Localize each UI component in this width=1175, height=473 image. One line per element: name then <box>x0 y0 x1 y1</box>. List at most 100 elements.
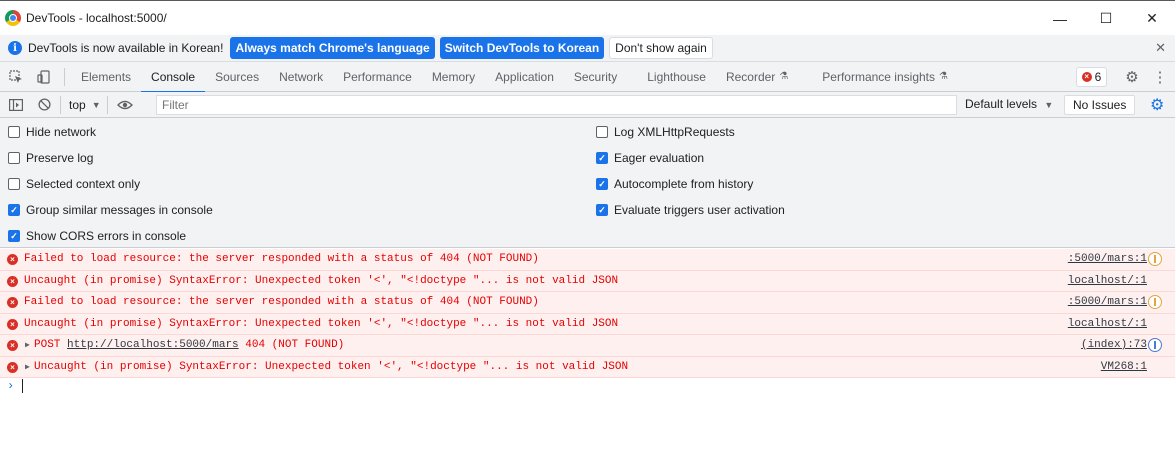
settings-gear-icon[interactable]: ⚙ <box>1118 63 1146 91</box>
hide-network-label: Hide network <box>26 125 97 139</box>
log-xhr-checkbox[interactable] <box>596 126 608 138</box>
toolbar-divider <box>60 95 61 114</box>
message-text: POST http://localhost:5000/mars 404 (NOT… <box>34 339 344 351</box>
hide-network-checkbox[interactable] <box>8 126 20 138</box>
devtools-tabbar: Elements Console Sources Network Perform… <box>0 62 1175 93</box>
selected-context-checkbox[interactable] <box>8 178 20 190</box>
message-source-link[interactable]: localhost/:1 <box>1068 318 1147 330</box>
maximize-button[interactable]: ☐ <box>1083 1 1129 36</box>
clear-console-icon[interactable] <box>30 92 58 118</box>
request-method: POST <box>34 339 68 351</box>
minimize-button[interactable]: — <box>1037 1 1083 36</box>
console-error-message: × Uncaught (in promise) SyntaxError: Une… <box>0 313 1175 335</box>
more-options-icon[interactable]: ⋮ <box>1146 63 1174 91</box>
console-settings-gear-icon[interactable]: ⚙ <box>1150 95 1164 115</box>
network-request-icon[interactable] <box>1148 252 1162 266</box>
prompt-chevron-icon: › <box>7 379 15 393</box>
error-count-badge[interactable]: × 6 <box>1076 67 1107 87</box>
request-url-link[interactable]: http://localhost:5000/mars <box>67 339 239 351</box>
eager-evaluation-option[interactable]: ✓ Eager evaluation <box>596 150 704 166</box>
show-cors-checkbox[interactable]: ✓ <box>8 230 20 242</box>
console-error-message[interactable]: × ▶ Uncaught (in promise) SyntaxError: U… <box>0 356 1175 378</box>
console-error-message: × Uncaught (in promise) SyntaxError: Une… <box>0 270 1175 292</box>
network-request-icon[interactable] <box>1148 295 1162 309</box>
group-similar-option[interactable]: ✓ Group similar messages in console <box>8 202 213 218</box>
device-toolbar-icon[interactable] <box>30 63 58 91</box>
eager-evaluation-checkbox[interactable]: ✓ <box>596 152 608 164</box>
error-icon: × <box>7 254 18 265</box>
issues-button[interactable]: No Issues <box>1064 95 1136 115</box>
console-messages: × Failed to load resource: the server re… <box>0 249 1175 378</box>
infobar-close-icon[interactable]: ✕ <box>1155 40 1166 56</box>
preserve-log-label: Preserve log <box>26 151 94 165</box>
console-error-message[interactable]: × ▶ POST http://localhost:5000/mars 404 … <box>0 335 1175 357</box>
language-infobar: i DevTools is now available in Korean! A… <box>0 35 1175 62</box>
tab-network[interactable]: Network <box>269 62 333 92</box>
autocomplete-label: Autocomplete from history <box>614 177 754 191</box>
message-source-link[interactable]: (index):73 <box>1081 339 1147 351</box>
always-match-language-button[interactable]: Always match Chrome's language <box>230 37 435 59</box>
user-activation-option[interactable]: ✓ Evaluate triggers user activation <box>596 202 785 218</box>
expand-triangle-icon[interactable]: ▶ <box>25 340 30 350</box>
tab-sources[interactable]: Sources <box>205 62 269 92</box>
infobar-message: DevTools is now available in Korean! <box>28 41 224 55</box>
filter-input[interactable] <box>156 95 957 115</box>
error-icon: × <box>7 361 18 373</box>
console-prompt[interactable]: › <box>7 379 24 393</box>
window-controls: — ☐ ✕ <box>1037 1 1175 36</box>
preserve-log-option[interactable]: Preserve log <box>8 150 93 166</box>
message-source-link[interactable]: :5000/mars:1 <box>1068 296 1147 308</box>
tab-performance-insights[interactable]: Performance insights ⚗ <box>812 62 958 92</box>
tab-console[interactable]: Console <box>141 62 206 93</box>
hide-network-option[interactable]: Hide network <box>8 124 96 140</box>
network-request-icon[interactable] <box>1148 338 1162 352</box>
autocomplete-option[interactable]: ✓ Autocomplete from history <box>596 176 753 192</box>
log-levels-dropdown[interactable]: Default levels ▼ <box>965 97 1053 111</box>
selected-context-option[interactable]: Selected context only <box>8 176 140 192</box>
tab-recorder-label: Recorder <box>725 69 776 84</box>
error-icon: × <box>7 297 18 308</box>
user-activation-checkbox[interactable]: ✓ <box>596 204 608 216</box>
message-source-link[interactable]: VM268:1 <box>1101 361 1147 373</box>
tab-application[interactable]: Application <box>485 62 564 92</box>
show-cors-option[interactable]: ✓ Show CORS errors in console <box>8 228 186 244</box>
tab-lighthouse[interactable]: Lighthouse <box>637 62 716 92</box>
group-similar-checkbox[interactable]: ✓ <box>8 204 20 216</box>
tab-elements[interactable]: Elements <box>71 62 141 92</box>
context-selector[interactable]: top ▼ <box>69 98 101 112</box>
info-icon: i <box>8 41 22 55</box>
log-xhr-label: Log XMLHttpRequests <box>614 125 735 139</box>
message-source-link[interactable]: localhost/:1 <box>1068 275 1147 287</box>
error-icon: × <box>1081 72 1092 82</box>
message-text: Uncaught (in promise) SyntaxError: Unexp… <box>34 360 629 373</box>
chevron-down-icon: ▼ <box>1044 100 1054 110</box>
expand-triangle-icon[interactable]: ▶ <box>25 362 30 372</box>
live-expression-eye-icon[interactable] <box>114 92 136 118</box>
log-xhr-option[interactable]: Log XMLHttpRequests <box>596 124 735 140</box>
switch-to-korean-button[interactable]: Switch DevTools to Korean <box>439 37 605 59</box>
autocomplete-checkbox[interactable]: ✓ <box>596 178 608 190</box>
selected-context-label: Selected context only <box>26 177 141 191</box>
error-count: 6 <box>1094 70 1102 84</box>
show-cors-label: Show CORS errors in console <box>26 229 187 243</box>
inspect-element-icon[interactable] <box>2 63 30 91</box>
console-settings-panel: Hide network Preserve log Selected conte… <box>0 118 1175 248</box>
console-error-message: × Failed to load resource: the server re… <box>0 292 1175 314</box>
tab-security[interactable]: Security <box>564 62 637 92</box>
chrome-logo-icon <box>5 10 21 26</box>
user-activation-label: Evaluate triggers user activation <box>614 203 785 217</box>
message-text: Failed to load resource: the server resp… <box>24 296 539 308</box>
dont-show-again-button[interactable]: Don't show again <box>609 37 713 59</box>
error-icon: × <box>7 318 18 330</box>
console-error-message: × Failed to load resource: the server re… <box>0 249 1175 271</box>
show-sidebar-icon[interactable] <box>2 92 30 118</box>
window-title: DevTools - localhost:5000/ <box>26 11 167 25</box>
close-window-button[interactable]: ✕ <box>1129 1 1175 36</box>
message-source-link[interactable]: :5000/mars:1 <box>1068 253 1147 265</box>
preserve-log-checkbox[interactable] <box>8 152 20 164</box>
tab-performance[interactable]: Performance <box>333 62 422 92</box>
tab-recorder[interactable]: Recorder ⚗ <box>716 62 812 92</box>
text-cursor <box>22 379 24 393</box>
tab-memory[interactable]: Memory <box>422 62 485 92</box>
experiment-flask-icon: ⚗ <box>779 71 789 82</box>
